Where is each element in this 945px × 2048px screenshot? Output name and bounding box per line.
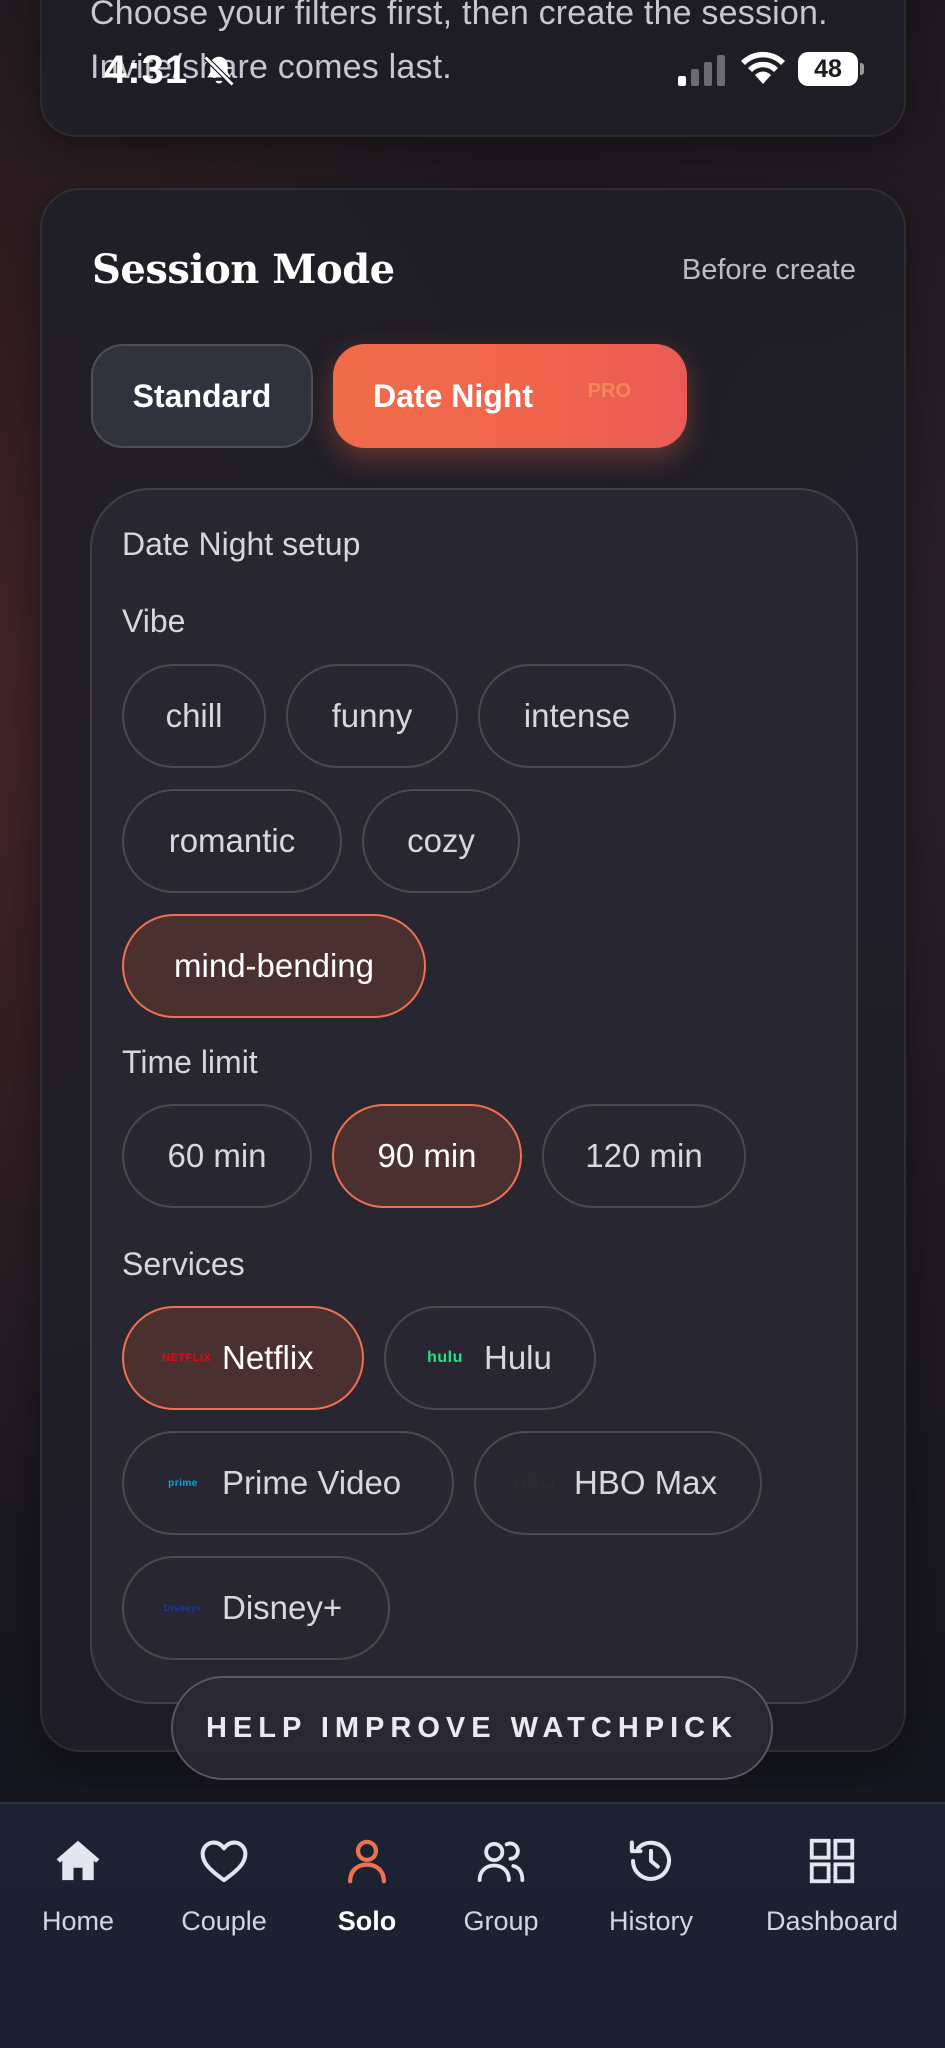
nav-label-solo: Solo [337,1906,397,1936]
service-chip-prime-video[interactable]: prime Prime Video [122,1431,454,1535]
app-screen: Choose your filters first, then create t… [0,0,945,2048]
help-improve-button[interactable]: HELP IMPROVE WATCHPICK [171,1676,773,1780]
status-time: 4:31 [104,48,189,92]
hbo-max-logo-icon: HBO [514,1472,556,1493]
pro-badge: PRO [587,380,631,402]
session-mode-card: Session Mode Before create Standard Date… [40,188,906,1752]
nav-item-history[interactable]: History [576,1834,726,1954]
chip-label: 120 min [585,1137,703,1174]
nav-item-couple[interactable]: Couple [149,1834,299,1954]
session-mode-title: Session Mode [92,246,395,293]
date-night-setup-panel: Date Night setup Vibe chill funny intens… [90,488,858,1704]
help-improve-label: HELP IMPROVE WATCHPICK [205,1711,739,1744]
nav-item-solo[interactable]: Solo [292,1834,442,1954]
service-chip-netflix[interactable]: NETFLIX Netflix [122,1306,364,1410]
chip-label: mind-bending [174,947,374,984]
mode-standard-label: Standard [132,377,272,414]
service-chip-hbo-max[interactable]: HBO HBO Max [474,1431,762,1535]
mode-standard-button[interactable]: Standard [91,344,313,448]
time-chip-90[interactable]: 90 min [332,1104,522,1208]
nav-label-group: Group [463,1906,539,1936]
home-icon [56,1840,100,1881]
vibe-chip-chill[interactable]: chill [122,664,266,768]
battery-cap [860,63,864,75]
chip-label: 60 min [167,1137,267,1174]
battery-icon: 48 [798,52,864,86]
service-chip-hulu[interactable]: hulu Hulu [384,1306,596,1410]
group-icon [477,1841,525,1883]
wifi-icon [741,51,785,84]
chip-label: romantic [168,822,296,859]
nav-item-dashboard[interactable]: Dashboard [757,1834,907,1954]
prime-video-logo-icon: prime [168,1477,198,1489]
service-name: Hulu [484,1339,552,1376]
vibe-label: Vibe [122,603,186,639]
nav-item-home[interactable]: Home [3,1834,153,1954]
chip-label: cozy [407,822,475,859]
vibe-chip-intense[interactable]: intense [478,664,676,768]
service-name: Netflix [222,1339,314,1376]
nav-item-group[interactable]: Group [426,1834,576,1954]
disney-plus-logo-icon: Disney+ [163,1603,203,1613]
chip-label: funny [331,697,413,734]
nav-label-dashboard: Dashboard [765,1906,899,1936]
nav-label-history: History [608,1906,693,1936]
vibe-chip-funny[interactable]: funny [286,664,458,768]
service-name: HBO Max [574,1464,718,1501]
bell-muted-icon [203,55,235,87]
time-chip-120[interactable]: 120 min [542,1104,746,1208]
services-label: Services [122,1246,245,1282]
cellular-signal-icon [678,55,725,86]
setup-title: Date Night setup [122,526,361,562]
service-chip-disney-plus[interactable]: Disney+ Disney+ [122,1556,390,1660]
service-name: Prime Video [222,1464,402,1501]
chip-label: 90 min [377,1137,477,1174]
chip-label: chill [165,697,223,734]
bottom-nav: Home Couple Solo Group History Dashboard [0,1802,945,2048]
netflix-logo-icon: NETFLIX [162,1352,212,1364]
time-chip-60[interactable]: 60 min [122,1104,312,1208]
session-mode-note: Before create [681,254,856,286]
heart-icon [200,1840,248,1883]
hulu-logo-icon: hulu [427,1349,463,1366]
mode-date-night-button[interactable]: Date Night PRO [333,344,687,448]
person-icon [347,1839,387,1884]
history-icon [629,1840,672,1881]
vibe-chip-mind-bending[interactable]: mind-bending [122,914,426,1018]
nav-label-home: Home [41,1906,115,1936]
battery-level: 48 [798,52,858,86]
dashboard-icon [809,1838,855,1884]
chip-label: intense [523,697,631,734]
nav-label-couple: Couple [181,1906,267,1936]
service-name: Disney+ [222,1589,343,1626]
time-limit-label: Time limit [122,1044,258,1080]
vibe-chip-cozy[interactable]: cozy [362,789,520,893]
vibe-chip-romantic[interactable]: romantic [122,789,342,893]
mode-date-night-label: Date Night [373,377,533,414]
